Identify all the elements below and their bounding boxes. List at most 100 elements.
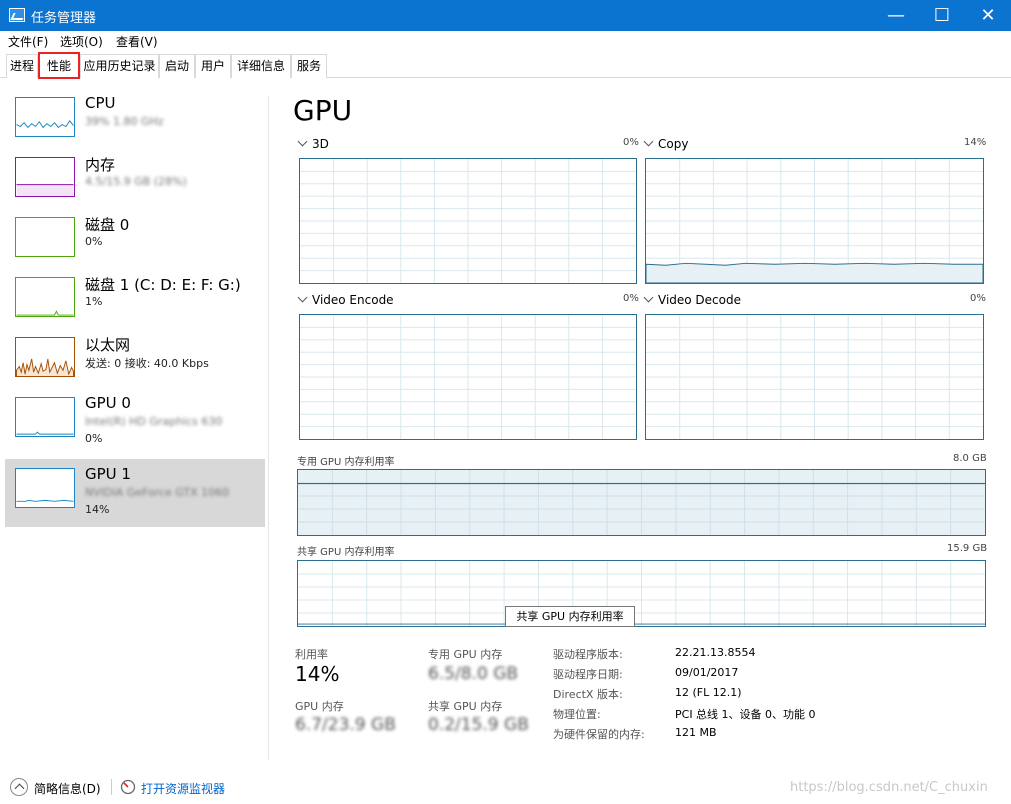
gpu-memory-label: GPU 内存 [295, 700, 344, 713]
chevron-down-icon [297, 136, 308, 147]
sidebar-item-gpu1[interactable]: GPU 1 NVIDIA GeForce GTX 1060 14% [5, 459, 265, 527]
dedicated-memory-stat-label: 专用 GPU 内存 [428, 648, 503, 661]
gpu0-usage: 0% [85, 432, 103, 445]
task-manager-window: 任务管理器 — ☐ ✕ 文件(F) 选项(O) 查看(V) 进程 性能 应用历史… [0, 0, 1011, 804]
task-manager-icon [9, 8, 25, 22]
gpu0-model: Intel(R) HD Graphics 630 [85, 415, 223, 428]
disk1-thumbnail [15, 277, 75, 317]
sidebar-item-disk0[interactable]: 磁盘 0 0% [5, 208, 265, 276]
sidebar-item-ethernet[interactable]: 以太网 发送: 0 接收: 40.0 Kbps [5, 328, 265, 396]
cpu-usage-text: 39% 1.80 GHz [85, 115, 164, 128]
engine-encode-label[interactable]: Video Encode [297, 292, 394, 307]
ethernet-thumbnail [15, 337, 75, 377]
dedicated-memory-stat-value: 6.5/8.0 GB [428, 664, 519, 684]
tab-bar: 进程 性能 应用历史记录 启动 用户 详细信息 服务 [0, 52, 1011, 79]
driver-version-label: 驱动程序版本: [553, 648, 623, 661]
title-bar[interactable]: 任务管理器 — ☐ ✕ [0, 0, 1011, 31]
grid-lines [300, 159, 636, 283]
dedicated-memory-max: 8.0 GB [953, 453, 987, 464]
chevron-down-icon [297, 292, 308, 303]
gpu0-thumbnail [15, 397, 75, 437]
sidebar-item-cpu[interactable]: CPU 39% 1.80 GHz [5, 88, 265, 156]
sidebar-item-disk1[interactable]: 磁盘 1 (C: D: E: F: G:) 1% [5, 268, 265, 336]
shared-memory-stat-value: 0.2/15.9 GB [428, 715, 529, 735]
physical-location-value: PCI 总线 1、设备 0、功能 0 [675, 708, 816, 721]
collapse-chevron-icon[interactable] [10, 778, 28, 796]
menu-options[interactable]: 选项(O) [60, 33, 103, 50]
chevron-down-icon [643, 292, 654, 303]
directx-version-label: DirectX 版本: [553, 688, 623, 701]
menu-view[interactable]: 查看(V) [116, 33, 158, 50]
disk1-label: 磁盘 1 (C: D: E: F: G:) [85, 276, 241, 294]
shared-memory-graph [297, 560, 986, 627]
shared-memory-max: 15.9 GB [947, 543, 988, 554]
dedicated-memory-label: 专用 GPU 内存利用率 [297, 457, 395, 468]
driver-version-value: 22.21.13.8554 [675, 646, 756, 659]
driver-date-value: 09/01/2017 [675, 666, 739, 679]
physical-location-label: 物理位置: [553, 708, 601, 721]
engine-3d-graph [299, 158, 637, 284]
watermark: https://blog.csdn.net/C_chuxin [790, 780, 988, 795]
gpu1-usage: 14% [85, 503, 110, 516]
engine-encode-percent: 0% [623, 293, 639, 304]
tab-startup[interactable]: 启动 [159, 54, 195, 78]
minimize-button[interactable]: — [873, 0, 919, 31]
grid-lines [300, 315, 636, 439]
utilization-value: 14% [295, 662, 340, 686]
maximize-button[interactable]: ☐ [919, 0, 965, 31]
gpu0-label: GPU 0 [85, 394, 131, 412]
dedicated-memory-graph [297, 469, 986, 536]
disk1-usage: 1% [85, 295, 103, 308]
ethernet-label: 以太网 [85, 336, 131, 354]
page-title: GPU [293, 94, 353, 127]
window-title: 任务管理器 [31, 11, 97, 26]
resource-monitor-icon [120, 779, 136, 795]
reserved-memory-label: 为硬件保留的内存: [553, 728, 645, 741]
disk0-label: 磁盘 0 [85, 216, 130, 234]
gpu1-model: NVIDIA GeForce GTX 1060 [85, 486, 230, 499]
tab-app-history[interactable]: 应用历史记录 [80, 54, 159, 78]
engine-copy-percent: 14% [964, 137, 987, 148]
sidebar-item-memory[interactable]: 内存 4.5/15.9 GB (28%) [5, 148, 265, 216]
memory-usage-text: 4.5/15.9 GB (28%) [85, 175, 187, 188]
directx-version-value: 12 (FL 12.1) [675, 686, 742, 699]
grid-lines [298, 561, 985, 626]
tab-details[interactable]: 详细信息 [231, 54, 291, 78]
utilization-label: 利用率 [295, 648, 328, 661]
engine-decode-graph [645, 314, 984, 440]
engine-decode-percent: 0% [970, 293, 986, 304]
close-button[interactable]: ✕ [965, 0, 1011, 31]
gpu1-label: GPU 1 [85, 465, 131, 483]
cpu-thumbnail [15, 97, 75, 137]
driver-date-label: 驱动程序日期: [553, 668, 623, 681]
memory-label: 内存 [85, 156, 116, 174]
cpu-label: CPU [85, 94, 116, 112]
shared-memory-stat-label: 共享 GPU 内存 [428, 700, 503, 713]
memory-thumbnail [15, 157, 75, 197]
engine-copy-label[interactable]: Copy [643, 136, 688, 151]
chevron-down-icon [643, 136, 654, 147]
reserved-memory-value: 121 MB [675, 726, 717, 739]
ethernet-usage: 发送: 0 接收: 40.0 Kbps [85, 357, 209, 370]
footer-divider [111, 779, 112, 795]
gpu1-thumbnail [15, 468, 75, 508]
sidebar-divider [268, 96, 269, 760]
engine-3d-label[interactable]: 3D [297, 136, 329, 151]
sidebar-item-gpu0[interactable]: GPU 0 Intel(R) HD Graphics 630 0% [5, 388, 265, 456]
grid-lines [646, 159, 983, 283]
engine-3d-percent: 0% [623, 137, 639, 148]
tooltip: 共享 GPU 内存利用率 [505, 606, 635, 627]
menu-bar: 文件(F) 选项(O) 查看(V) [0, 31, 1011, 51]
tab-services[interactable]: 服务 [291, 54, 327, 78]
gpu-memory-value: 6.7/23.9 GB [295, 715, 396, 735]
disk0-usage: 0% [85, 235, 103, 248]
open-resource-monitor-link[interactable]: 打开资源监视器 [141, 780, 225, 797]
tab-users[interactable]: 用户 [195, 54, 231, 78]
grid-lines [646, 315, 983, 439]
shared-memory-label: 共享 GPU 内存利用率 [297, 547, 395, 558]
menu-file[interactable]: 文件(F) [8, 33, 48, 50]
engine-decode-label[interactable]: Video Decode [643, 292, 741, 307]
fewer-details-button[interactable]: 简略信息(D) [34, 780, 101, 797]
tab-processes[interactable]: 进程 [6, 54, 38, 78]
tab-performance[interactable]: 性能 [38, 52, 80, 79]
